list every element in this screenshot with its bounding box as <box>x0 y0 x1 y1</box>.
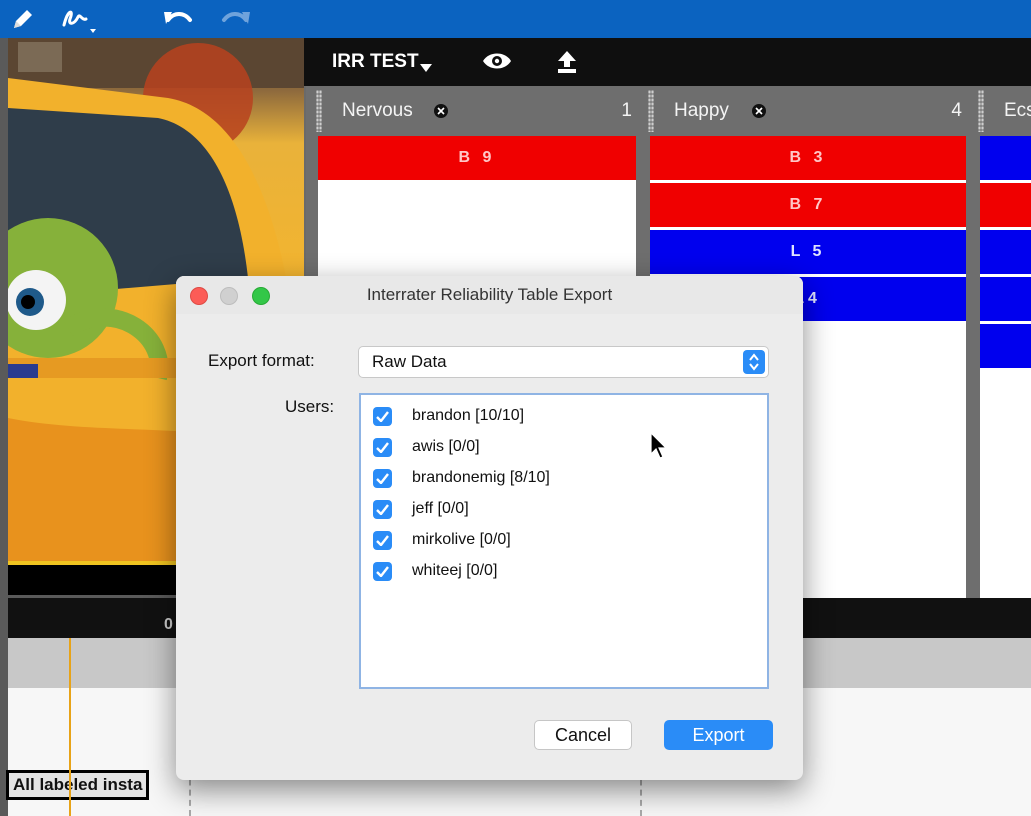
panel-title-dropdown[interactable]: IRR TEST <box>332 50 432 74</box>
user-item[interactable]: jeff [0/0] <box>373 497 469 521</box>
pencil-icon[interactable] <box>8 4 38 34</box>
checkmark-icon <box>376 410 389 422</box>
user-name: mirkolive [0/0] <box>412 531 511 548</box>
code-cell[interactable]: L 5 <box>650 230 966 274</box>
checkmark-icon <box>376 534 389 546</box>
dialog-titlebar[interactable]: Interrater Reliability Table Export <box>176 276 803 314</box>
select-stepper-icon <box>743 350 765 374</box>
checkbox[interactable] <box>373 530 392 550</box>
users-label: Users: <box>285 397 335 416</box>
minimize-window-button[interactable] <box>220 287 238 305</box>
coding-panel-header: IRR TEST <box>304 38 1031 86</box>
redo-icon[interactable] <box>218 4 254 34</box>
drag-handle-icon[interactable] <box>316 90 322 132</box>
user-item[interactable]: brandonemig [8/10] <box>373 466 550 490</box>
code-cell[interactable]: B 9 <box>318 136 636 180</box>
close-window-button[interactable] <box>190 287 208 305</box>
users-list: brandon [10/10] awis [0/0] brandonemig [… <box>359 393 769 689</box>
playhead[interactable] <box>69 638 71 816</box>
checkmark-icon <box>376 441 389 453</box>
checkbox[interactable] <box>373 499 392 519</box>
track-label[interactable]: All labeled insta <box>6 770 150 800</box>
user-item[interactable]: mirkolive [0/0] <box>373 528 511 552</box>
drag-handle-icon[interactable] <box>978 90 984 132</box>
cancel-button[interactable]: Cancel <box>534 720 632 750</box>
checkbox[interactable] <box>373 561 392 581</box>
signature-icon[interactable] <box>58 4 102 34</box>
chevron-down-icon <box>419 64 432 72</box>
drag-handle-icon[interactable] <box>648 90 654 132</box>
panel-title: IRR TEST <box>332 51 419 72</box>
column-name: Happy <box>674 100 729 121</box>
column-header[interactable]: Happy 4 <box>638 86 968 136</box>
code-cell[interactable]: B 7 <box>650 183 966 227</box>
user-item[interactable]: awis [0/0] <box>373 435 480 459</box>
export-dialog: Interrater Reliability Table Export Expo… <box>176 276 803 780</box>
column-name: Ecs <box>1004 100 1031 121</box>
column-header[interactable]: Nervous 1 <box>306 86 638 136</box>
user-item[interactable]: whiteej [0/0] <box>373 559 497 583</box>
code-cell[interactable] <box>980 324 1031 368</box>
dialog-title: Interrater Reliability Table Export <box>366 285 613 304</box>
export-format-label: Export format: <box>208 351 315 370</box>
user-name: awis [0/0] <box>412 438 480 455</box>
user-name: jeff [0/0] <box>412 500 469 517</box>
timeline-marker-label: 0 <box>164 616 173 633</box>
checkbox[interactable] <box>373 406 392 426</box>
column-header[interactable]: Ecs <box>968 86 1031 136</box>
column-ecs: Ecs <box>968 86 1031 598</box>
code-cell[interactable] <box>980 230 1031 274</box>
checkmark-icon <box>376 565 389 577</box>
zoom-window-button[interactable] <box>252 287 270 305</box>
column-count: 4 <box>951 100 962 121</box>
code-cell[interactable] <box>980 136 1031 180</box>
column-name: Nervous <box>342 100 413 121</box>
checkbox[interactable] <box>373 437 392 457</box>
checkmark-icon <box>376 472 389 484</box>
close-icon[interactable] <box>434 104 448 118</box>
eye-icon[interactable] <box>482 50 512 77</box>
code-cell[interactable] <box>980 183 1031 227</box>
close-icon[interactable] <box>752 104 766 118</box>
export-format-select[interactable]: Raw Data <box>358 346 769 378</box>
mouse-cursor-icon <box>650 432 668 459</box>
column-body <box>980 136 1031 598</box>
user-name: brandonemig [8/10] <box>412 469 550 486</box>
code-cell[interactable] <box>980 277 1031 321</box>
user-item[interactable]: brandon [10/10] <box>373 404 524 428</box>
undo-icon[interactable] <box>160 4 196 34</box>
upload-icon[interactable] <box>556 50 578 79</box>
user-name: brandon [10/10] <box>412 407 525 424</box>
checkmark-icon <box>376 503 389 515</box>
column-count: 1 <box>621 100 632 121</box>
top-toolbar <box>0 0 1031 38</box>
checkbox[interactable] <box>373 468 392 488</box>
export-format-value: Raw Data <box>372 352 447 371</box>
user-name: whiteej [0/0] <box>412 562 498 579</box>
export-button[interactable]: Export <box>664 720 773 750</box>
code-cell[interactable]: B 3 <box>650 136 966 180</box>
